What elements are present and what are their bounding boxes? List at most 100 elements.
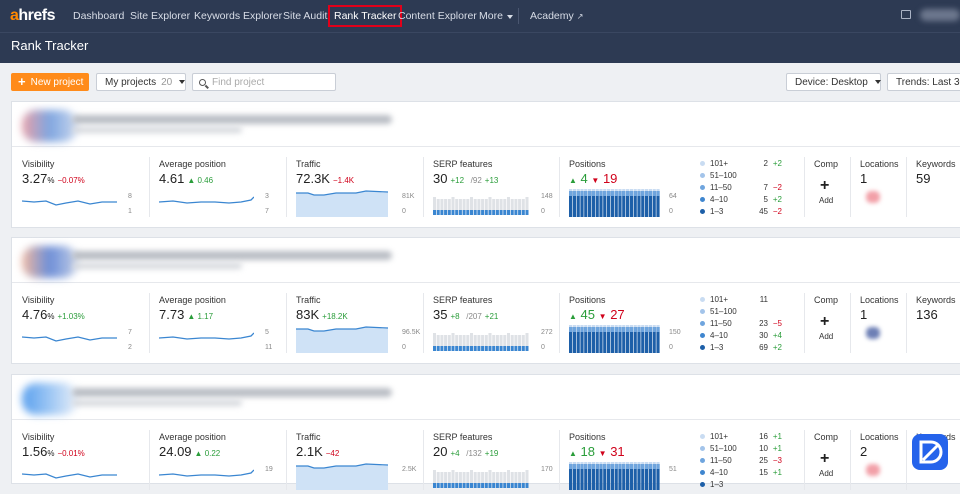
traffic-number: 72.3K	[296, 171, 330, 186]
traffic-metric[interactable]: Traffic 72.3K −1.4K 81K 0	[296, 159, 420, 221]
column-divider	[559, 157, 560, 217]
column-divider	[286, 430, 287, 490]
add-competitor-link[interactable]: Add	[819, 196, 833, 205]
keywords-column[interactable]: Keywords 136	[916, 295, 960, 357]
account-avatar[interactable]	[920, 9, 960, 21]
legend-change: +1	[772, 432, 782, 441]
serp-features-metric[interactable]: SERP features 30 +12 /92 +13 148 0	[433, 159, 557, 221]
add-competitor-link[interactable]: Add	[819, 332, 833, 341]
location-flag-icon	[866, 327, 880, 339]
add-competitor-icon: +	[820, 450, 830, 467]
serp-delta-2: +21	[484, 312, 499, 321]
competitors-column[interactable]: Comp + Add	[814, 159, 844, 221]
ahrefs-logo[interactable]: ahrefs	[10, 7, 56, 25]
visibility-sparkline	[22, 336, 117, 342]
average-position-metric[interactable]: Average position 4.61 ▲ 0.46 3 7	[159, 159, 279, 221]
serp-features-bars	[433, 197, 529, 215]
positions-metric[interactable]: Positions ▲ 18 ▼ 31 51	[569, 432, 693, 494]
serp-axis-max: 272	[541, 329, 553, 336]
visibility-value: 4.76% +1.03%	[22, 307, 85, 322]
average-position-value: 24.09 ▲ 0.22	[159, 444, 220, 459]
serp-axis-max: 148	[541, 193, 553, 200]
serp-features-value: 35 +8 /207 +21	[433, 307, 498, 322]
column-divider	[286, 157, 287, 217]
legend-change: −3	[772, 456, 782, 465]
positions-axis-max: 64	[669, 193, 677, 200]
search-icon	[199, 78, 206, 86]
new-project-button[interactable]: + New project	[11, 73, 89, 91]
traffic-metric[interactable]: Traffic 2.1K −42 2.5K	[296, 432, 420, 494]
serp-features-metric[interactable]: SERP features 35 +8 /207 +21 272 0	[433, 295, 557, 357]
traffic-area-chart	[296, 190, 388, 217]
legend-row: 1–3 45 −2	[700, 207, 810, 219]
find-project-input[interactable]: Find project	[192, 73, 336, 91]
positions-down: ▼ 31	[598, 444, 625, 459]
nav-rank-tracker[interactable]: Rank Tracker	[327, 5, 403, 27]
chevron-down-icon	[874, 80, 881, 84]
keywords-column[interactable]: Keywords 59	[916, 159, 960, 221]
nav-site-audit[interactable]: Site Audit	[283, 10, 327, 22]
average-position-value: 4.61 ▲ 0.46	[159, 171, 213, 186]
legend-row: 1–3	[700, 480, 810, 492]
legend-count: 25	[759, 456, 768, 465]
project-url-blurred	[72, 127, 242, 133]
project-card-header[interactable]	[12, 238, 960, 283]
average-position-value: 7.73 ▲ 1.17	[159, 307, 213, 322]
average-position-metric[interactable]: Average position 7.73 ▲ 1.17 5 11	[159, 295, 279, 357]
trends-dropdown[interactable]: Trends: Last 30	[887, 73, 960, 91]
locations-label: Locations	[860, 159, 899, 169]
competitors-column[interactable]: Comp + Add	[814, 432, 844, 494]
legend-count: 11	[759, 295, 768, 304]
positions-metric[interactable]: Positions ▲ 45 ▼ 27 150 0	[569, 295, 693, 357]
traffic-area-chart	[296, 463, 388, 490]
monitor-icon[interactable]	[901, 10, 911, 19]
nav-site-explorer[interactable]: Site Explorer	[130, 10, 190, 22]
traffic-area-chart	[296, 326, 388, 353]
nav-dashboard[interactable]: Dashboard	[73, 10, 124, 22]
location-flag-icon	[866, 464, 880, 476]
project-card-header[interactable]	[12, 102, 960, 147]
legend-row: 101+ 11	[700, 295, 810, 307]
nav-content-explorer[interactable]: Content Explorer	[398, 10, 477, 22]
visibility-metric[interactable]: Visibility 3.27% −0.07% 8 1	[22, 159, 142, 221]
traffic-label: Traffic	[296, 159, 321, 169]
locations-column[interactable]: Locations 2	[860, 432, 905, 494]
device-dropdown[interactable]: Device: Desktop	[786, 73, 881, 91]
my-projects-dropdown[interactable]: My projects 20	[96, 73, 186, 91]
my-projects-label: My projects	[105, 76, 157, 88]
project-card-header[interactable]	[12, 375, 960, 420]
traffic-metric[interactable]: Traffic 83K +18.2K 96.5K 0	[296, 295, 420, 357]
positions-axis-min: 0	[669, 344, 673, 351]
nav-academy[interactable]: Academy ↗	[530, 10, 583, 22]
nav-more[interactable]: More	[479, 10, 513, 22]
visibility-delta: +1.03%	[57, 312, 85, 321]
project-favicon	[22, 110, 77, 142]
serp-features-number: 35	[433, 307, 448, 322]
keywords-count: 136	[916, 307, 938, 322]
visibility-metric[interactable]: Visibility 4.76% +1.03% 7 2	[22, 295, 142, 357]
visibility-number: 4.76	[22, 307, 48, 322]
average-position-sparkline	[159, 196, 254, 204]
traffic-axis-max: 81K	[402, 193, 415, 200]
legend-change: +1	[772, 468, 782, 477]
positions-metric[interactable]: Positions ▲ 4 ▼ 19 64 0	[569, 159, 693, 221]
visibility-label: Visibility	[22, 295, 55, 305]
nav-keywords-explorer[interactable]: Keywords Explorer	[194, 10, 282, 22]
legend-row: 11–50 23 −5	[700, 319, 810, 331]
column-divider	[906, 157, 907, 217]
average-position-metric[interactable]: Average position 24.09 ▲ 0.22 19	[159, 432, 279, 494]
positions-up-count: 4	[580, 171, 588, 186]
serp-features-metric[interactable]: SERP features 20 +4 /132 +19 170	[433, 432, 557, 494]
visibility-metric[interactable]: Visibility 1.56% −0.01%	[22, 432, 142, 494]
visibility-unit: %	[47, 176, 55, 185]
project-url-blurred	[72, 263, 242, 269]
add-competitor-link[interactable]: Add	[819, 469, 833, 478]
average-position-axis-top: 19	[265, 466, 273, 473]
project-card: Visibility 4.76% +1.03% 7 2 Average posit…	[11, 237, 960, 364]
locations-column[interactable]: Locations 1	[860, 295, 905, 357]
locations-column[interactable]: Locations 1	[860, 159, 905, 221]
traffic-delta: −1.4K	[332, 176, 355, 185]
legend-dot-icon	[700, 333, 705, 338]
competitors-column[interactable]: Comp + Add	[814, 295, 844, 357]
legend-count: 23	[759, 319, 768, 328]
